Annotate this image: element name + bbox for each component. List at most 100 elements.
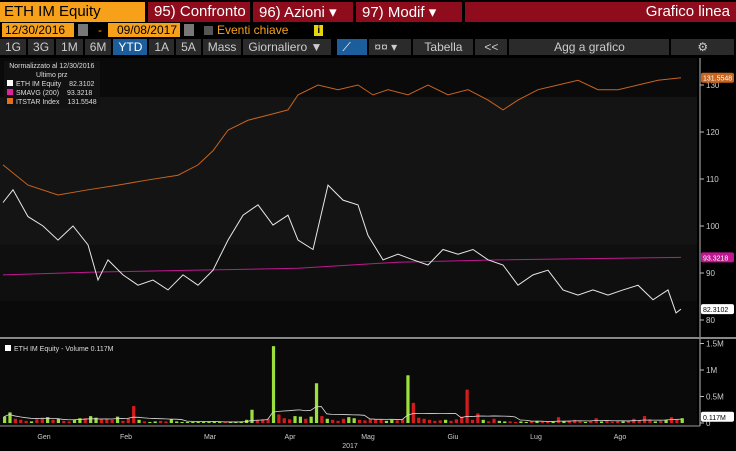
- volume-bar: [454, 419, 458, 423]
- range-3g[interactable]: 3G: [28, 39, 55, 55]
- volume-bar: [524, 421, 528, 423]
- volume-bar: [132, 406, 136, 423]
- header-bar: ETH IM Equity 95) Confronto 96) Azioni ▾…: [0, 2, 736, 22]
- end-date-input[interactable]: 09/08/2017: [108, 23, 180, 37]
- volume-bar: [422, 418, 426, 423]
- price-tick-label: 90: [706, 269, 715, 278]
- price-tick-label: 100: [706, 222, 720, 231]
- date-separator: -: [98, 23, 102, 37]
- collapse-button[interactable]: <<: [475, 39, 508, 55]
- add-to-chart-button[interactable]: Agg a grafico: [509, 39, 670, 55]
- legend-swatch: [5, 345, 11, 351]
- security-field[interactable]: ETH IM Equity: [0, 2, 145, 22]
- range-ytd[interactable]: YTD: [113, 39, 148, 55]
- compare-menu[interactable]: 95) Confronto: [148, 2, 250, 22]
- volume-bar: [659, 420, 663, 423]
- volume-bar: [153, 421, 157, 423]
- month-label: Lug: [530, 434, 542, 441]
- volume-bar: [616, 420, 620, 423]
- last-volume-label: 0.117M: [703, 415, 726, 422]
- volume-bar: [325, 418, 329, 423]
- volume-bar: [282, 418, 286, 423]
- frequency-select[interactable]: Giornaliero ▼: [243, 39, 332, 55]
- volume-bar: [503, 421, 507, 423]
- volume-bar: [105, 419, 109, 423]
- volume-bar: [368, 418, 372, 423]
- menu-number: 97): [362, 4, 384, 21]
- legend-item[interactable]: ITSTAR Index 131.5548: [7, 98, 97, 107]
- volume-bar: [583, 421, 588, 423]
- calendar-icon[interactable]: [184, 24, 194, 36]
- menu-label: Confronto: [179, 3, 246, 20]
- last-value-label: 131.5548: [703, 76, 732, 83]
- settings-icon[interactable]: ⚙: [671, 39, 734, 55]
- range-1a[interactable]: 1A: [149, 39, 175, 55]
- volume-bar: [513, 421, 518, 423]
- menu-label: Azioni: [284, 4, 325, 21]
- volume-bar: [497, 420, 501, 423]
- volume-bar: [433, 420, 437, 423]
- legend-name: SMAVG (200): [16, 90, 60, 97]
- volume-bar: [449, 420, 453, 423]
- volume-legend-label: ETH IM Equity - Volume 0.117M: [14, 346, 114, 353]
- volume-bar: [164, 421, 168, 423]
- start-date-input[interactable]: 12/30/2016: [2, 23, 74, 37]
- menu-number: 95): [154, 3, 176, 20]
- volume-bar: [551, 421, 555, 423]
- volume-bar: [288, 419, 292, 423]
- range-5a[interactable]: 5A: [176, 39, 201, 55]
- volume-bar: [35, 419, 39, 423]
- line-chart-icon[interactable]: ⟋: [337, 39, 368, 55]
- legend-swatch: [7, 80, 13, 86]
- volume-bar: [599, 421, 604, 423]
- table-button[interactable]: Tabella: [413, 39, 474, 55]
- caret-icon: ▾: [428, 4, 437, 21]
- volume-tick-label: 1.5M: [706, 340, 724, 349]
- legend-subtitle: Ultimo prz: [36, 72, 68, 79]
- volume-bar: [417, 417, 421, 423]
- range-6m[interactable]: 6M: [84, 39, 112, 55]
- volume-bar: [110, 419, 114, 423]
- legend-name: ETH IM Equity: [16, 81, 62, 88]
- events-checkbox[interactable]: [204, 25, 213, 35]
- range-1g[interactable]: 1G: [0, 39, 27, 55]
- chart-legend: Normalizzato al 12/30/2016 Ultimo prz ET…: [4, 61, 100, 108]
- edit-menu[interactable]: 97) Modif ▾: [356, 2, 462, 22]
- volume-bar: [212, 421, 216, 423]
- year-label: 2017: [342, 443, 358, 450]
- volume-bar: [487, 421, 491, 423]
- volume-bar: [653, 421, 657, 423]
- month-label: Giu: [448, 434, 459, 441]
- volume-bar: [29, 421, 34, 423]
- chart-type-button[interactable]: Grafico linea: [465, 2, 736, 22]
- volume-bar: [341, 418, 346, 423]
- band: [0, 244, 697, 302]
- volume-bar: [470, 419, 475, 423]
- volume-bar: [492, 418, 496, 423]
- volume-bar: [158, 420, 163, 423]
- legend-item[interactable]: SMAVG (200) 93.3218: [7, 89, 97, 98]
- actions-menu[interactable]: 96) Azioni ▾: [253, 2, 353, 22]
- volume-bar: [374, 419, 378, 423]
- range-max[interactable]: Mass: [202, 39, 242, 55]
- volume-bar: [24, 420, 28, 423]
- volume-bar: [121, 420, 125, 423]
- calendar-icon[interactable]: [78, 24, 88, 36]
- volume-bar: [465, 389, 469, 423]
- info-icon[interactable]: i: [314, 24, 324, 36]
- volume-bar: [443, 419, 448, 423]
- volume-bar: [115, 416, 120, 423]
- volume-bar: [126, 418, 130, 423]
- volume-bar: [304, 418, 308, 423]
- range-1m[interactable]: 1M: [56, 39, 83, 55]
- volume-bar: [56, 418, 61, 423]
- volume-bar: [363, 420, 367, 423]
- volume-bar: [481, 419, 485, 423]
- volume-bar: [250, 409, 254, 423]
- legend-title: Normalizzato al 12/30/2016: [9, 63, 95, 70]
- toolbar: 1G 3G 1M 6M YTD 1A 5A Mass Giornaliero ▼…: [0, 39, 736, 56]
- price-chart[interactable]: 8090100110120130131.554893.321882.310200…: [0, 58, 736, 451]
- legend-item[interactable]: ETH IM Equity 82.3102: [7, 80, 97, 89]
- candlestick-icon[interactable]: ¤¤ ▾: [369, 39, 412, 55]
- month-label: Apr: [285, 434, 297, 441]
